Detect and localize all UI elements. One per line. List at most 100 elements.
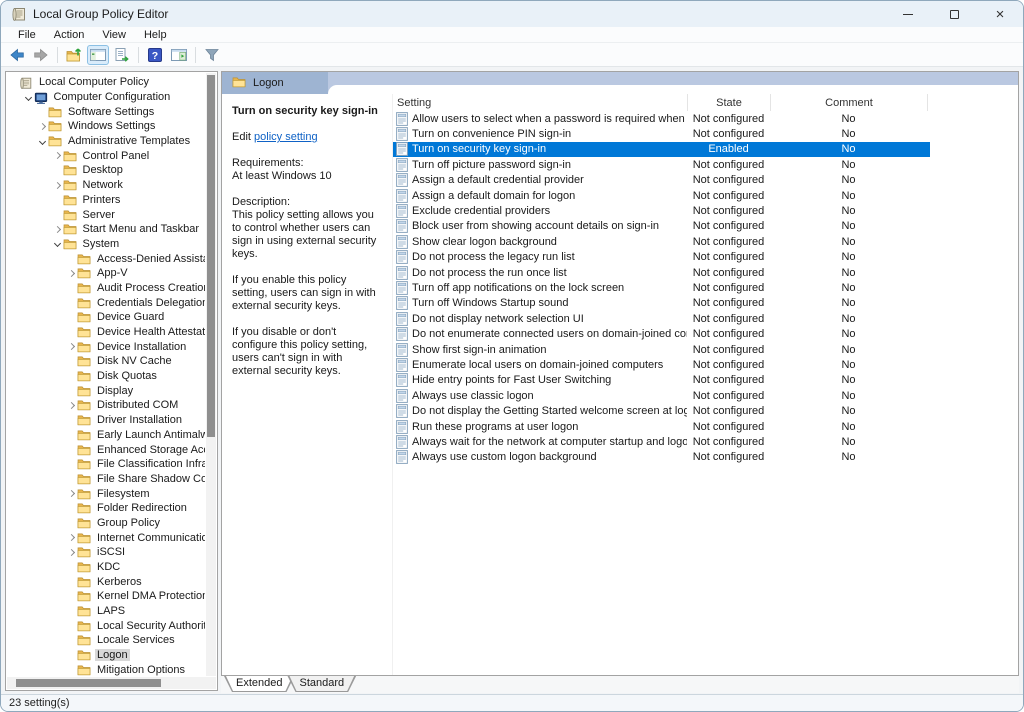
tab-standard[interactable]: Standard	[287, 676, 356, 692]
minimize-button[interactable]	[885, 1, 931, 27]
table-row[interactable]: Show clear logon background Not configur…	[393, 234, 930, 249]
tree-expand-chevron-icon[interactable]	[66, 663, 77, 677]
vertical-scrollbar-thumb[interactable]	[207, 75, 215, 437]
forward-button[interactable]	[30, 45, 52, 65]
tree-expand-chevron-icon[interactable]	[66, 457, 77, 472]
tree-expand-chevron-icon[interactable]	[66, 310, 77, 325]
tree-expand-chevron-icon[interactable]	[66, 648, 77, 663]
tree-item-audit-process-creation[interactable]: Audit Process Creation	[8, 281, 205, 296]
tree-expand-chevron-icon[interactable]	[52, 222, 63, 237]
tree-expand-chevron-icon[interactable]	[52, 148, 63, 163]
tree-expand-chevron-icon[interactable]	[66, 354, 77, 369]
table-row[interactable]: Allow users to select when a password is…	[393, 111, 930, 126]
up-one-level-button[interactable]	[63, 45, 85, 65]
table-row[interactable]: Turn on security key sign-in Enabled No	[393, 142, 930, 157]
tree-expand-chevron-icon[interactable]	[66, 633, 77, 648]
filter-button[interactable]	[201, 45, 223, 65]
tree-item-filesystem[interactable]: Filesystem	[8, 486, 205, 501]
tree-item-device-guard[interactable]: Device Guard	[8, 310, 205, 325]
table-row[interactable]: Turn off app notifications on the lock s…	[393, 280, 930, 295]
tree-expand-chevron-icon[interactable]	[66, 281, 77, 296]
table-row[interactable]: Do not process the run once list Not con…	[393, 265, 930, 280]
table-row[interactable]: Assign a default credential provider Not…	[393, 173, 930, 188]
tree-item-start-menu-and-taskbar[interactable]: Start Menu and Taskbar	[8, 222, 205, 237]
column-header-state[interactable]: State	[687, 94, 770, 111]
tree-expand-chevron-icon[interactable]	[66, 618, 77, 633]
tree-expand-chevron-icon[interactable]	[66, 325, 77, 340]
tree-item-early-launch-antimalware[interactable]: Early Launch Antimalware	[8, 428, 205, 443]
tree-item-laps[interactable]: LAPS	[8, 604, 205, 619]
tree-item-logon[interactable]: Logon	[8, 648, 205, 663]
tree-item-device-installation[interactable]: Device Installation	[8, 339, 205, 354]
tree-expand-chevron-icon[interactable]	[66, 266, 77, 281]
tree-expand-chevron-icon[interactable]	[66, 398, 77, 413]
tree-expand-chevron-icon[interactable]	[8, 75, 19, 90]
table-row[interactable]: Enumerate local users on domain-joined c…	[393, 357, 930, 372]
close-button[interactable]: ×	[977, 1, 1023, 27]
table-row[interactable]: Do not display network selection UI Not …	[393, 311, 930, 326]
table-row[interactable]: Hide entry points for Fast User Switchin…	[393, 373, 930, 388]
tree-expand-chevron-icon[interactable]	[66, 428, 77, 443]
tree-item-group-policy[interactable]: Group Policy	[8, 516, 205, 531]
tree-item-disk-nv-cache[interactable]: Disk NV Cache	[8, 354, 205, 369]
tree-item-system[interactable]: System	[8, 237, 205, 252]
table-row[interactable]: Do not display the Getting Started welco…	[393, 403, 930, 418]
tree-item-kernel-dma-protection[interactable]: Kernel DMA Protection	[8, 589, 205, 604]
tree-expand-chevron-icon[interactable]	[66, 339, 77, 354]
back-button[interactable]	[6, 45, 28, 65]
tree-expand-chevron-icon[interactable]	[66, 383, 77, 398]
tree-item-network[interactable]: Network	[8, 178, 205, 193]
tree-item-display[interactable]: Display	[8, 383, 205, 398]
table-row[interactable]: Show first sign-in animation Not configu…	[393, 342, 930, 357]
table-row[interactable]: Always wait for the network at computer …	[393, 434, 930, 449]
column-header-comment[interactable]: Comment	[770, 94, 927, 111]
table-row[interactable]: Always use custom logon background Not c…	[393, 450, 930, 465]
menu-action[interactable]: Action	[45, 29, 94, 41]
tree-item-driver-installation[interactable]: Driver Installation	[8, 413, 205, 428]
tree-expand-chevron-icon[interactable]	[66, 516, 77, 531]
tree-expand-chevron-icon[interactable]	[23, 90, 34, 105]
tree-expand-chevron-icon[interactable]	[66, 442, 77, 457]
tree-item-distributed-com[interactable]: Distributed COM	[8, 398, 205, 413]
tree-expand-chevron-icon[interactable]	[37, 119, 48, 134]
table-row[interactable]: Assign a default domain for logon Not co…	[393, 188, 930, 203]
menu-file[interactable]: File	[9, 29, 45, 41]
tree-expand-chevron-icon[interactable]	[66, 574, 77, 589]
menu-view[interactable]: View	[93, 29, 135, 41]
show-hide-action-pane-button[interactable]	[168, 45, 190, 65]
tree-item-access-denied-assistance[interactable]: Access-Denied Assistance	[8, 251, 205, 266]
tree-expand-chevron-icon[interactable]	[37, 134, 48, 149]
help-button[interactable]: ?	[144, 45, 166, 65]
tree-item-kdc[interactable]: KDC	[8, 560, 205, 575]
tree-item-windows-settings[interactable]: Windows Settings	[8, 119, 205, 134]
tree-item-administrative-templates[interactable]: Administrative Templates	[8, 134, 205, 149]
tree-item-local-computer-policy[interactable]: Local Computer Policy	[8, 75, 205, 90]
tree-item-app-v[interactable]: App-V	[8, 266, 205, 281]
tree-expand-chevron-icon[interactable]	[66, 413, 77, 428]
show-hide-console-tree-button[interactable]	[87, 45, 109, 65]
edit-policy-setting-link[interactable]: policy setting	[254, 131, 318, 143]
table-row[interactable]: Do not enumerate connected users on doma…	[393, 326, 930, 341]
tree-expand-chevron-icon[interactable]	[52, 178, 63, 193]
table-row[interactable]: Run these programs at user logon Not con…	[393, 419, 930, 434]
tree-item-printers[interactable]: Printers	[8, 193, 205, 208]
table-row[interactable]: Turn on convenience PIN sign-in Not conf…	[393, 126, 930, 141]
menu-help[interactable]: Help	[135, 29, 176, 41]
tree-expand-chevron-icon[interactable]	[37, 104, 48, 119]
tree-vertical-scrollbar[interactable]	[206, 73, 216, 676]
tree-expand-chevron-icon[interactable]	[52, 207, 63, 222]
table-row[interactable]: Turn off Windows Startup sound Not confi…	[393, 296, 930, 311]
horizontal-scrollbar-thumb[interactable]	[16, 679, 161, 687]
tree-item-disk-quotas[interactable]: Disk Quotas	[8, 369, 205, 384]
tree-item-kerberos[interactable]: Kerberos	[8, 574, 205, 589]
tree-expand-chevron-icon[interactable]	[52, 237, 63, 252]
tree-item-device-health-attestation-se[interactable]: Device Health Attestation Se	[8, 325, 205, 340]
tree-item-local-security-authority[interactable]: Local Security Authority	[8, 618, 205, 633]
tree-expand-chevron-icon[interactable]	[66, 501, 77, 516]
tree-expand-chevron-icon[interactable]	[66, 486, 77, 501]
tree-expand-chevron-icon[interactable]	[66, 295, 77, 310]
table-row[interactable]: Always use classic logon Not configured …	[393, 388, 930, 403]
tree-item-locale-services[interactable]: Locale Services	[8, 633, 205, 648]
tree-expand-chevron-icon[interactable]	[66, 251, 77, 266]
tree-expand-chevron-icon[interactable]	[66, 560, 77, 575]
